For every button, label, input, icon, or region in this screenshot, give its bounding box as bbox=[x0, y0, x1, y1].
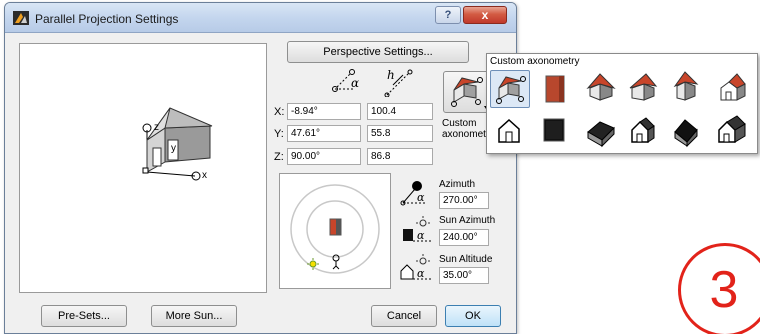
dimetric-house-red-roof-icon bbox=[629, 73, 658, 101]
elevation-house-outline-icon bbox=[498, 118, 520, 143]
custom-axonometry-label: Custom axonometr bbox=[442, 118, 489, 140]
sun-position-preview[interactable] bbox=[279, 173, 391, 289]
svg-text:α: α bbox=[417, 191, 425, 204]
front-elevation-brick-icon bbox=[545, 75, 565, 103]
svg-text:α: α bbox=[417, 229, 425, 242]
x-axis-label: X: bbox=[274, 106, 285, 118]
projection-preview: z y x bbox=[19, 43, 267, 293]
popup-item-custom-axonometry[interactable] bbox=[490, 70, 530, 108]
popup-item-cabinet[interactable] bbox=[667, 112, 707, 150]
axis-label-y: y bbox=[171, 143, 176, 154]
azimuth-label: Azimuth bbox=[439, 179, 476, 190]
step-number-badge: 3 bbox=[678, 243, 760, 334]
plan-oblique-dark-icon bbox=[587, 121, 615, 148]
custom-label-line1: Custom bbox=[442, 118, 477, 129]
y-axis-label: Y: bbox=[274, 128, 284, 140]
isometric-house-red-roof-icon bbox=[586, 73, 616, 101]
popup-item-front-elevation[interactable] bbox=[535, 70, 575, 108]
svg-text:h: h bbox=[387, 68, 395, 82]
cavalier-house-outline-icon bbox=[631, 117, 655, 143]
popup-item-dimetric[interactable] bbox=[624, 70, 664, 108]
presets-button[interactable]: Pre-Sets... bbox=[41, 305, 127, 327]
azimuth-camera-icon: α bbox=[400, 181, 425, 206]
perspective-settings-button[interactable]: Perspective Settings... bbox=[287, 41, 469, 63]
popup-item-isometric[interactable] bbox=[582, 70, 622, 108]
popup-item-trimetric[interactable] bbox=[667, 70, 707, 108]
length-h-icon: h bbox=[384, 68, 413, 97]
trimetric-house-red-roof-icon bbox=[673, 71, 699, 101]
projection-type-dropdown[interactable] bbox=[443, 71, 491, 113]
planometric-house-outline-icon bbox=[718, 115, 746, 143]
close-button[interactable]: x bbox=[463, 6, 507, 24]
sun-azimuth-label: Sun Azimuth bbox=[439, 215, 496, 226]
y-length-field[interactable]: 55.8 bbox=[367, 125, 433, 142]
oblique-house-red-roof-icon bbox=[720, 73, 746, 101]
window-title: Parallel Projection Settings bbox=[35, 12, 179, 26]
y-angle-field[interactable]: 47.61° bbox=[287, 125, 361, 142]
svg-text:α: α bbox=[417, 267, 425, 280]
popup-item-elevation-outline[interactable] bbox=[490, 112, 530, 150]
top-view-dark-square-icon bbox=[543, 118, 565, 142]
axis-label-x: x bbox=[202, 170, 207, 181]
angle-alpha-icon: α bbox=[332, 69, 359, 92]
house-axonometric-drawing bbox=[142, 107, 213, 181]
z-angle-field[interactable]: 90.00° bbox=[287, 148, 361, 165]
sun-altitude-icon: α bbox=[400, 254, 431, 280]
sun-azimuth-field[interactable]: 240.00° bbox=[439, 229, 489, 246]
sun-altitude-label: Sun Altitude bbox=[439, 254, 493, 265]
sun-compass-drawing bbox=[290, 184, 380, 274]
axis-label-z: z bbox=[154, 122, 159, 133]
x-length-field[interactable]: 100.4 bbox=[367, 103, 433, 120]
cancel-button[interactable]: Cancel bbox=[371, 305, 437, 327]
archicad-app-icon bbox=[13, 11, 29, 25]
x-angle-field[interactable]: -8.94° bbox=[287, 103, 361, 120]
parallel-projection-dialog: Parallel Projection Settings ? x z y x P… bbox=[4, 2, 517, 334]
azimuth-field[interactable]: 270.00° bbox=[439, 192, 489, 209]
custom-axonometry-icon bbox=[496, 76, 526, 104]
popup-item-oblique[interactable] bbox=[713, 70, 753, 108]
popup-title: Custom axonometry bbox=[490, 56, 580, 67]
popup-item-cavalier[interactable] bbox=[624, 112, 664, 150]
projection-type-popup: Custom axonometry bbox=[486, 53, 758, 154]
sun-altitude-field[interactable]: 35.00° bbox=[439, 267, 489, 284]
popup-item-top-view[interactable] bbox=[535, 112, 575, 150]
ok-button[interactable]: OK bbox=[445, 305, 501, 327]
title-bar[interactable]: Parallel Projection Settings ? x bbox=[5, 3, 516, 33]
step-number: 3 bbox=[709, 261, 739, 319]
custom-label-line2: axonometr bbox=[442, 129, 490, 140]
custom-axonometry-icon bbox=[451, 77, 488, 109]
svg-text:α: α bbox=[351, 76, 359, 90]
popup-item-plan-oblique[interactable] bbox=[582, 112, 622, 150]
z-length-field[interactable]: 86.8 bbox=[367, 148, 433, 165]
more-sun-button[interactable]: More Sun... bbox=[151, 305, 237, 327]
z-axis-label: Z: bbox=[274, 151, 284, 163]
popup-item-planometric[interactable] bbox=[713, 112, 753, 150]
cabinet-house-dark-icon bbox=[674, 119, 698, 148]
help-button[interactable]: ? bbox=[435, 6, 461, 24]
sun-azimuth-icon: α bbox=[403, 216, 431, 242]
